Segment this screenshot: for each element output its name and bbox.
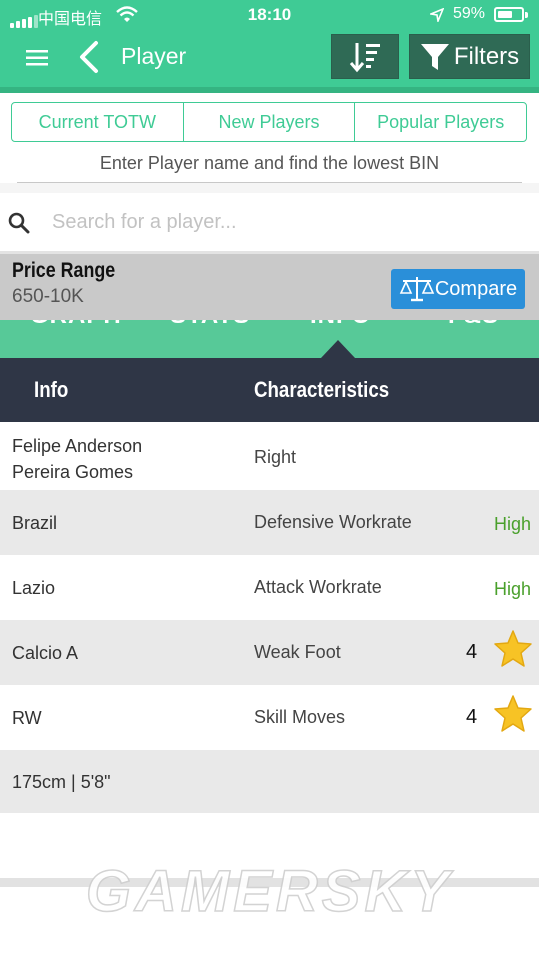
sort-icon <box>349 42 380 72</box>
weak-foot-value: 4 <box>466 641 478 663</box>
status-bar: 中国电信 18:10 59% <box>0 0 539 30</box>
price-range-title: Price Range <box>12 259 116 282</box>
attack-workrate-value: High <box>493 579 531 599</box>
search-input[interactable] <box>52 193 522 251</box>
price-range-value: 650-10K <box>12 286 84 307</box>
active-tab-pointer <box>321 340 355 358</box>
position: RW <box>12 708 42 728</box>
search-hint: Enter Player name and find the lowest BI… <box>99 153 440 173</box>
tab-new-players[interactable]: New Players <box>184 103 356 141</box>
page-title: Player <box>121 43 187 69</box>
league: Calcio A <box>12 643 79 663</box>
characteristic-label: Attack Workrate <box>254 577 382 597</box>
menu-icon[interactable] <box>26 48 50 68</box>
skill-moves-value: 4 <box>466 706 478 728</box>
sort-button[interactable] <box>331 34 399 79</box>
characteristic-label: Weak Foot <box>254 642 341 662</box>
compare-label: Compare <box>434 277 518 300</box>
player-detail-tabs: GRAPH STATS INFO F&S <box>0 314 539 358</box>
filter-funnel-icon <box>420 43 449 70</box>
characteristic-label: Defensive Workrate <box>254 512 412 532</box>
column-header-info: Info <box>34 377 69 402</box>
star-icon <box>494 695 532 732</box>
search-icon <box>8 212 30 234</box>
table-row: Lazio Attack Workrate High <box>0 555 539 620</box>
battery-icon <box>494 7 524 22</box>
section-gap <box>0 183 539 193</box>
characteristic-label: Skill Moves <box>254 707 346 727</box>
table-row: Felipe Anderson Pereira Gomes Right <box>0 423 539 488</box>
compare-button[interactable]: Compare <box>391 269 525 309</box>
player-category-tabs: Current TOTW New Players Popular Players <box>11 102 527 142</box>
defensive-workrate-value: High <box>493 514 531 534</box>
battery-tip <box>525 12 528 18</box>
watermark: GAMERSKY <box>85 858 454 925</box>
tab-popular-players[interactable]: Popular Players <box>355 103 526 141</box>
preferred-foot: Right <box>254 447 297 467</box>
player-full-name: Felipe Anderson Pereira Gomes <box>12 436 143 482</box>
battery-percent: 59% <box>453 5 486 22</box>
table-row: RW Skill Moves 4 <box>0 685 539 750</box>
club: Lazio <box>12 578 56 598</box>
column-header-characteristics: Characteristics <box>254 377 390 402</box>
nav-bar-shadow <box>0 87 539 93</box>
filters-label: Filters <box>453 42 520 70</box>
tab-current-totw[interactable]: Current TOTW <box>12 103 184 141</box>
table-row: Calcio A Weak Foot 4 <box>0 620 539 685</box>
back-chevron-icon[interactable] <box>77 40 101 74</box>
nation: Brazil <box>12 513 58 533</box>
table-row: Brazil Defensive Workrate High <box>0 490 539 555</box>
star-icon <box>494 630 532 667</box>
scale-icon <box>399 277 435 302</box>
filters-button[interactable]: Filters <box>409 34 530 79</box>
table-row: 175cm | 5'8" <box>0 750 539 813</box>
location-arrow-icon <box>430 8 444 22</box>
height: 175cm | 5'8" <box>12 772 111 792</box>
